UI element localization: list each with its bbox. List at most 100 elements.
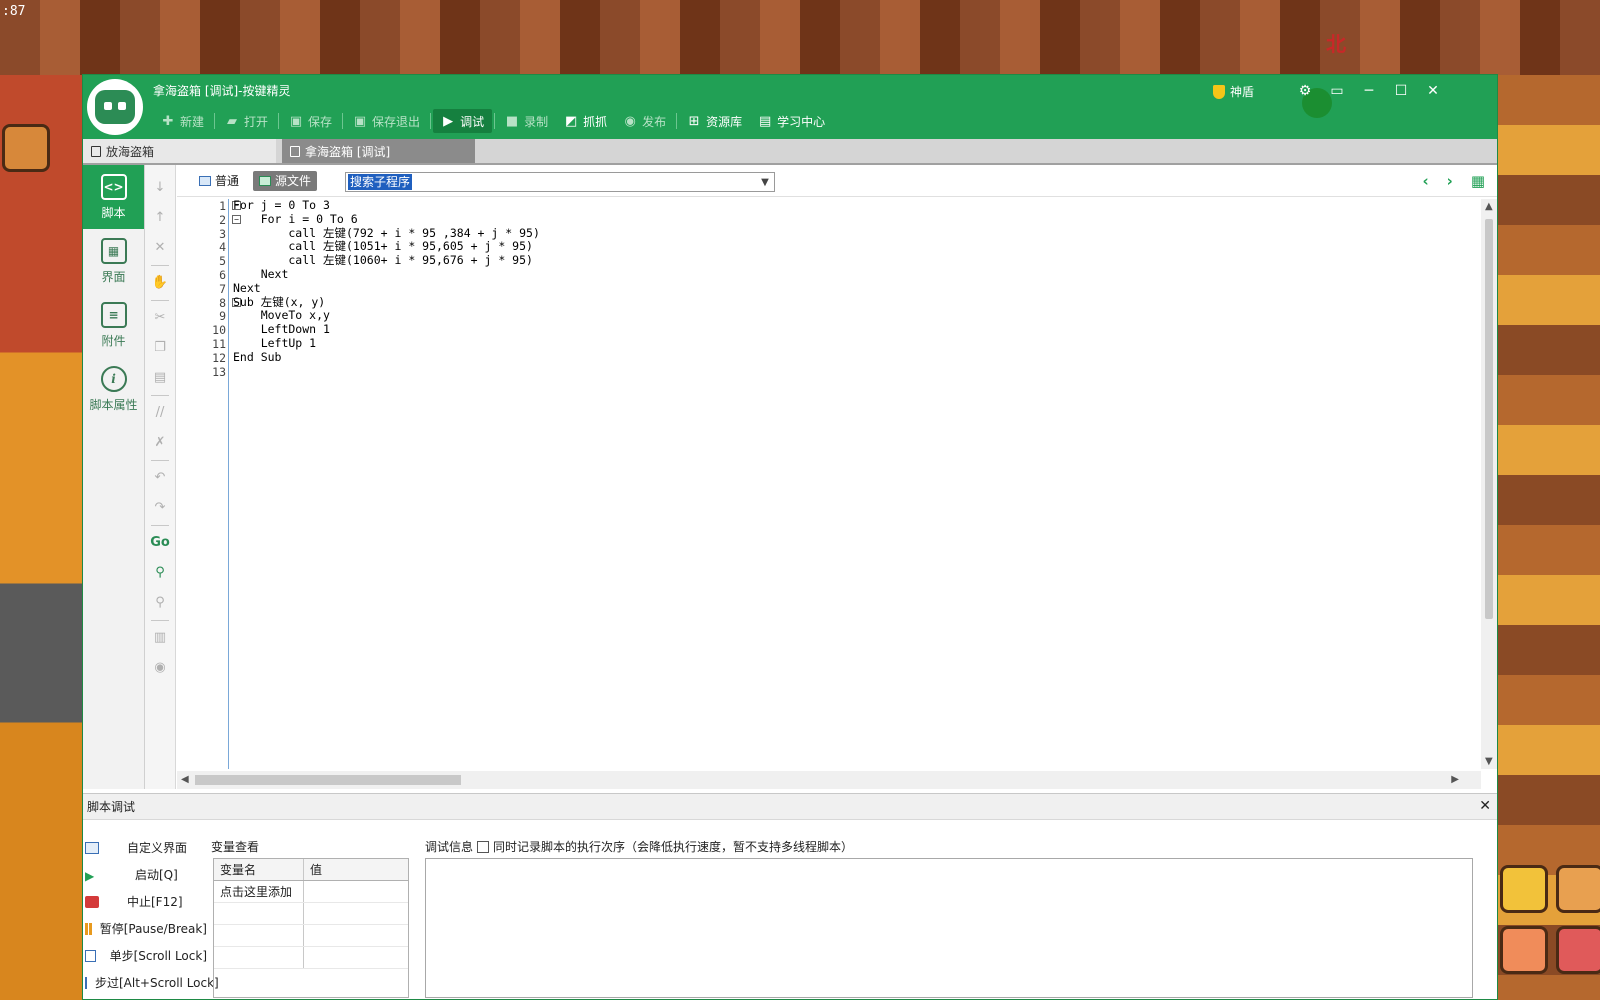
code-line[interactable]: call 左键(1060+ i * 95,676 + j * 95) <box>233 253 540 268</box>
game-character-button[interactable] <box>1500 926 1548 974</box>
save-button[interactable]: ▣ 保存 <box>281 109 340 133</box>
step-button[interactable]: 单步[Scroll Lock] <box>85 942 207 969</box>
scroll-right-icon[interactable]: ▶ <box>1451 774 1459 785</box>
copy-icon[interactable]: ❐ <box>150 333 170 363</box>
new-button[interactable]: ✚ 新建 <box>153 109 212 133</box>
code-line[interactable]: LeftDown 1 <box>233 322 540 337</box>
step-over-button[interactable]: 步过[Alt+Scroll Lock] <box>85 969 219 996</box>
code-line[interactable]: For i = 0 To 6 <box>233 212 540 227</box>
scroll-down-icon[interactable]: ▼ <box>1485 756 1493 767</box>
table-row[interactable] <box>214 925 408 947</box>
scroll-left-icon[interactable]: ◀ <box>181 774 189 785</box>
comment-icon[interactable]: // <box>150 398 170 428</box>
code-line[interactable]: Next <box>233 281 540 296</box>
undo-icon[interactable]: ↶ <box>150 463 170 493</box>
debug-info-output[interactable] <box>425 858 1473 998</box>
normal-view-icon <box>199 175 211 186</box>
game-chest-icon[interactable] <box>2 124 50 172</box>
pause-icon <box>85 922 92 935</box>
minimize-button[interactable]: ─ <box>1357 81 1381 101</box>
game-shop-button[interactable] <box>1556 926 1600 974</box>
start-button[interactable]: ▶ 启动[Q] <box>85 861 207 888</box>
bookmark-icon[interactable]: ▥ <box>150 623 170 653</box>
publish-button[interactable]: ◉ 发布 <box>615 109 674 133</box>
table-row[interactable]: 点击这里添加 <box>214 881 408 903</box>
record-order-label: 同时记录脚本的执行次序（会降低执行速度，暂不支持多线程脚本） <box>493 840 854 854</box>
menu-icon[interactable]: ▭ <box>1325 81 1349 101</box>
table-row[interactable] <box>214 947 408 969</box>
code-line[interactable] <box>233 365 540 379</box>
code-line[interactable]: call 左键(1051+ i * 95,605 + j * 95) <box>233 240 540 254</box>
settings-gear-icon[interactable]: ⚙ <box>1293 81 1317 101</box>
add-box-icon: ⊞ <box>688 113 700 129</box>
uncomment-icon[interactable]: ✗ <box>150 428 170 458</box>
code-line[interactable]: LeftUp 1 <box>233 336 540 351</box>
record-order-checkbox[interactable] <box>477 840 490 853</box>
close-button[interactable]: ✕ <box>1421 81 1445 101</box>
vertical-scrollbar[interactable]: ▲ ▼ <box>1481 199 1497 769</box>
variable-value-cell[interactable] <box>304 881 310 902</box>
play-circle-icon: ▶ <box>443 113 454 129</box>
horizontal-scrollbar[interactable]: ◀ ▶ <box>177 771 1481 789</box>
mode-normal-button[interactable]: 普通 <box>193 171 245 191</box>
code-line[interactable]: call 左键(792 + i * 95 ,384 + j * 95) <box>233 226 540 241</box>
mode-source-button[interactable]: 源文件 <box>253 170 318 191</box>
game-crossed-swords-button[interactable] <box>1500 865 1548 913</box>
debug-close-icon[interactable]: ✕ <box>1479 798 1491 814</box>
tab-na-haidao-debug[interactable]: 拿海盗箱 [调试] <box>282 139 475 163</box>
replace-icon[interactable]: ⚲ <box>150 588 170 618</box>
line-number: 11 <box>212 337 226 351</box>
nav-attachments[interactable]: ≡ 附件 <box>83 293 144 357</box>
nav-ui[interactable]: ▦ 界面 <box>83 229 144 293</box>
code-editor[interactable]: 1−2−3 4 5 6 7 8−9 10 11 12 13 For j = 0 To 3 For … <box>177 198 1477 769</box>
forward-arrow-icon[interactable]: › <box>1447 172 1453 190</box>
stop-button[interactable]: 中止[F12] <box>85 888 207 915</box>
horizontal-scroll-thumb[interactable] <box>195 775 461 785</box>
line-number: 7 <box>219 281 226 296</box>
subroutine-search-combo[interactable]: 搜索子程序 ▼ <box>345 172 775 192</box>
resources-button[interactable]: ⊞ 资源库 <box>679 109 750 133</box>
record-button[interactable]: ■ 录制 <box>497 109 556 133</box>
code-line[interactable]: Sub 左键(x, y) <box>233 295 540 310</box>
learning-center-button[interactable]: ▤ 学习中心 <box>750 109 833 133</box>
code-line[interactable]: Next <box>233 267 540 282</box>
nav-script[interactable]: <> 脚本 <box>83 165 144 229</box>
code-line[interactable]: For j = 0 To 3 <box>233 198 540 213</box>
table-row[interactable] <box>214 903 408 925</box>
window-icon <box>85 841 99 854</box>
line-number: 6 <box>219 268 226 282</box>
game-scroll-button[interactable] <box>1556 865 1600 913</box>
nav-script-properties[interactable]: i 脚本属性 <box>83 357 144 421</box>
code-line[interactable]: MoveTo x,y <box>233 309 540 323</box>
chevron-down-icon[interactable]: ▼ <box>756 177 774 188</box>
code-line[interactable]: End Sub <box>233 350 540 365</box>
tab-fang-haidao[interactable]: 放海盗箱 <box>83 139 276 163</box>
add-variable-cell[interactable]: 点击这里添加 <box>214 881 304 902</box>
custom-ui-button[interactable]: 自定义界面 <box>85 834 207 861</box>
move-down-icon[interactable]: ↓ <box>150 173 170 203</box>
cut-icon[interactable]: ✂ <box>150 303 170 333</box>
debug-button[interactable]: ▶ 调试 <box>433 109 493 133</box>
scroll-up-icon[interactable]: ▲ <box>1485 201 1493 212</box>
paste-icon[interactable]: ▤ <box>150 363 170 393</box>
delete-icon[interactable]: ✕ <box>150 233 170 263</box>
code-text[interactable]: For j = 0 To 3 For i = 0 To 6 call 左键(79… <box>233 198 540 379</box>
goto-icon[interactable]: Go <box>150 528 170 558</box>
back-arrow-icon[interactable]: ‹ <box>1422 172 1428 190</box>
subroutine-search-text[interactable]: 搜索子程序 <box>348 174 413 190</box>
hand-icon[interactable]: ✋ <box>150 268 170 298</box>
debug-info-header: 调试信息 同时记录脚本的执行次序（会降低执行速度，暂不支持多线程脚本） <box>425 838 853 855</box>
pause-button[interactable]: 暂停[Pause/Break] <box>85 915 207 942</box>
layout-icon[interactable]: ▦ <box>1471 172 1485 190</box>
find-binoculars-icon[interactable]: ⚲ <box>150 558 170 588</box>
redo-icon[interactable]: ↷ <box>150 493 170 523</box>
save-exit-button[interactable]: ▣ 保存退出 <box>345 109 428 133</box>
vertical-scroll-thumb[interactable] <box>1485 219 1493 619</box>
watch-eye-icon[interactable]: ◉ <box>150 653 170 683</box>
shield-icon <box>1213 84 1225 99</box>
maximize-button[interactable]: ☐ <box>1389 81 1413 101</box>
capture-button[interactable]: ◩ 抓抓 <box>556 109 615 133</box>
open-button[interactable]: ▰ 打开 <box>217 109 276 133</box>
move-up-icon[interactable]: ↑ <box>150 203 170 233</box>
shield-button[interactable]: 神盾 <box>1213 83 1254 100</box>
